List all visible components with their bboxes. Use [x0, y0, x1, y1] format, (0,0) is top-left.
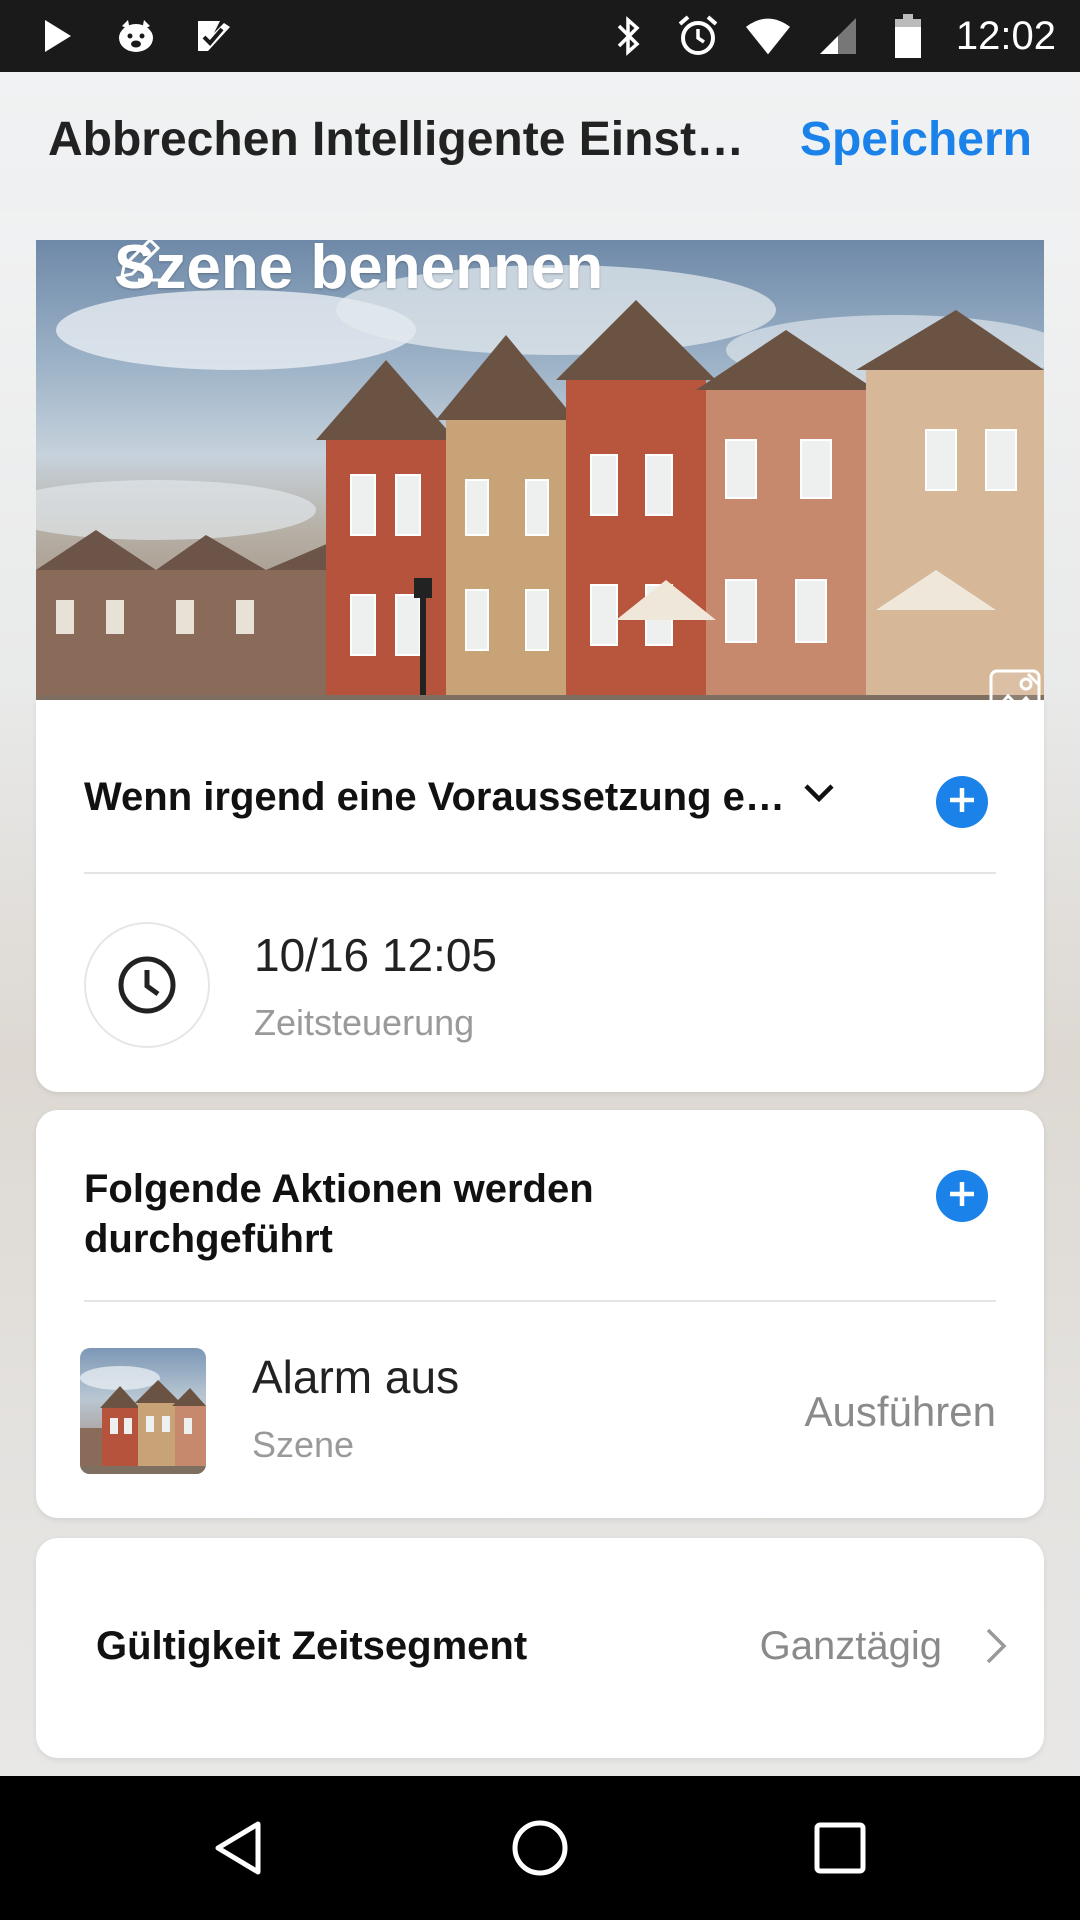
divider [84, 872, 996, 874]
wifi-icon [745, 14, 790, 58]
run-label: Ausführen [804, 1388, 996, 1435]
condition-time: 10/16 12:05 [254, 929, 498, 981]
recents-icon[interactable] [808, 1816, 872, 1880]
play-icon [36, 14, 80, 58]
back-icon[interactable] [208, 1816, 272, 1880]
chevron-right-icon [984, 1626, 1008, 1671]
save-button[interactable]: Speichern [800, 112, 1032, 167]
pig-icon [114, 14, 158, 58]
condition-mode-selector[interactable]: Wenn irgend eine Voraussetzung e… [84, 772, 784, 822]
actions-card: Folgende Aktionen werden durchgeführt Al… [36, 1110, 1044, 1518]
app-header: Abbrechen Intelligente Einst… Speichern [0, 72, 1080, 212]
add-condition-button[interactable] [936, 776, 988, 828]
condition-type: Zeitsteuerung [254, 1002, 475, 1043]
add-action-button[interactable] [936, 1170, 988, 1222]
plus-icon [947, 785, 977, 820]
plus-icon [947, 1179, 977, 1214]
page-title[interactable]: Abbrechen Intelligente Einst… [48, 112, 744, 167]
actions-title: Folgende Aktionen werden durchgeführt [84, 1164, 594, 1264]
actions-title-line1: Folgende Aktionen werden [84, 1167, 594, 1211]
conditions-card: Wenn irgend eine Voraussetzung e… 10/16 … [36, 700, 1044, 1092]
status-bar: 12:02 [0, 0, 1080, 72]
actions-title-line2: durchgeführt [84, 1217, 333, 1261]
validity-row[interactable]: Gültigkeit Zeitsegment Ganztägig [36, 1538, 1044, 1758]
battery-icon [886, 14, 930, 58]
houses-illustration [36, 265, 1044, 718]
signal-icon [816, 14, 860, 58]
divider [84, 1300, 996, 1302]
scene-name-field[interactable]: Szene benennen [114, 240, 611, 303]
scene-name-label: Szene benennen [114, 240, 604, 302]
action-type: Szene [252, 1424, 355, 1465]
alarm-icon [676, 14, 720, 58]
validity-value: Ganztägig [759, 1624, 942, 1668]
system-nav-bar [0, 1776, 1080, 1920]
timer-clock-icon [84, 922, 210, 1048]
scene-cover-image: Szene benennen [36, 240, 1044, 718]
action-name: Alarm aus [252, 1351, 460, 1403]
bluetooth-icon [606, 14, 650, 58]
check-icon [192, 14, 236, 58]
validity-label: Gültigkeit Zeitsegment [96, 1624, 528, 1668]
home-icon[interactable] [508, 1816, 572, 1880]
scene-thumbnail [80, 1348, 206, 1474]
status-clock: 12:02 [955, 13, 1056, 58]
chevron-down-icon[interactable] [802, 782, 836, 811]
